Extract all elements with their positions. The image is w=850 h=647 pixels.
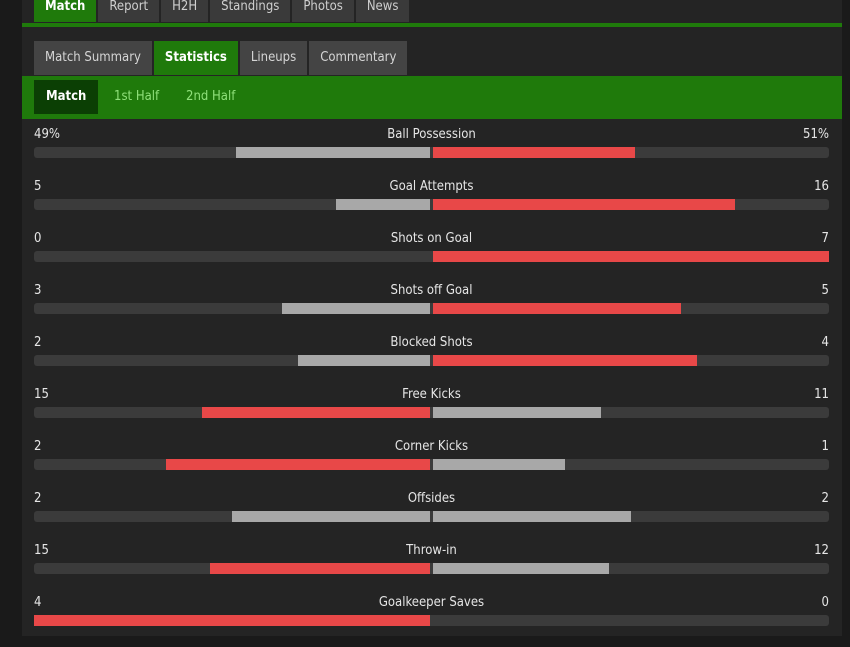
away-bar-fill <box>433 355 697 366</box>
stat-bar <box>34 563 829 574</box>
away-value: 51% <box>803 127 829 142</box>
stat-row: 2 Blocked Shots 4 <box>34 335 829 387</box>
stat-name: Blocked Shots <box>390 335 473 350</box>
subtab-lineups[interactable]: Lineups <box>239 41 308 75</box>
stat-bar <box>34 251 829 262</box>
away-bar-fill <box>433 563 609 574</box>
divider <box>22 23 842 27</box>
home-bar-fill <box>210 563 430 574</box>
home-bar-fill <box>235 147 430 158</box>
stat-row: 4 Goalkeeper Saves 0 <box>34 595 829 647</box>
home-bar-fill <box>232 511 430 522</box>
stat-name: Ball Possession <box>387 127 476 142</box>
away-value: 0 <box>821 595 829 610</box>
stat-name: Free Kicks <box>402 387 461 402</box>
stat-row: 5 Goal Attempts 16 <box>34 179 829 231</box>
away-bar-fill <box>433 251 829 262</box>
away-value: 5 <box>821 283 829 298</box>
home-bar-fill <box>281 303 430 314</box>
away-value: 2 <box>821 491 829 506</box>
stat-row: 15 Free Kicks 11 <box>34 387 829 439</box>
tab-standings[interactable]: Standings <box>210 0 291 22</box>
away-bar-fill <box>433 511 631 522</box>
period-2nd-half[interactable]: 2nd Half <box>174 80 247 114</box>
sub-tabs: Match Summary Statistics Lineups Commentary <box>34 41 408 75</box>
away-value: 1 <box>821 439 829 454</box>
stat-name: Throw-in <box>406 543 457 558</box>
tab-match[interactable]: Match <box>34 0 97 22</box>
period-match[interactable]: Match <box>34 80 99 114</box>
match-panel: Match Report H2H Standings Photos News Match … <box>22 0 842 636</box>
stat-bar <box>34 511 829 522</box>
stat-bar <box>34 303 829 314</box>
stat-name: Goalkeeper Saves <box>378 595 485 610</box>
home-bar-fill <box>201 407 430 418</box>
stat-name: Shots on Goal <box>390 231 473 246</box>
period-1st-half[interactable]: 1st Half <box>102 80 171 114</box>
subtab-commentary[interactable]: Commentary <box>309 41 408 75</box>
stat-name: Corner Kicks <box>394 439 469 454</box>
stat-bar <box>34 147 829 158</box>
stat-bar <box>34 407 829 418</box>
stat-row: 49% Ball Possession 51% <box>34 127 829 179</box>
tab-h2h[interactable]: H2H <box>161 0 209 22</box>
stat-bar <box>34 355 829 366</box>
stat-name: Offsides <box>407 491 456 506</box>
away-bar-fill <box>433 199 735 210</box>
home-bar-fill <box>166 459 430 470</box>
stat-bar <box>34 199 829 210</box>
away-value: 4 <box>821 335 829 350</box>
away-value: 12 <box>814 543 829 558</box>
away-value: 7 <box>821 231 829 246</box>
home-bar-fill <box>34 615 430 626</box>
away-bar-fill <box>433 147 635 158</box>
away-bar-fill <box>433 459 565 470</box>
stat-name: Goal Attempts <box>389 179 474 194</box>
home-bar-fill <box>335 199 430 210</box>
away-value: 16 <box>814 179 829 194</box>
stat-bar <box>34 459 829 470</box>
top-tabs: Match Report H2H Standings Photos News <box>34 0 410 22</box>
subtab-statistics[interactable]: Statistics <box>153 41 238 75</box>
away-value: 11 <box>814 387 829 402</box>
period-selector: Match 1st Half 2nd Half <box>22 76 842 119</box>
stat-row: 3 Shots off Goal 5 <box>34 283 829 335</box>
tab-news[interactable]: News <box>355 0 410 22</box>
stat-row: 2 Offsides 2 <box>34 491 829 543</box>
away-bar-fill <box>433 407 601 418</box>
stat-row: 15 Throw-in 12 <box>34 543 829 595</box>
tab-photos[interactable]: Photos <box>292 0 354 22</box>
stat-row: 2 Corner Kicks 1 <box>34 439 829 491</box>
home-bar-fill <box>298 355 430 366</box>
away-bar-fill <box>433 303 681 314</box>
stat-name: Shots off Goal <box>390 283 473 298</box>
tab-report[interactable]: Report <box>98 0 160 22</box>
stat-bar <box>34 615 829 626</box>
subtab-match-summary[interactable]: Match Summary <box>34 41 152 75</box>
stat-row: 0 Shots on Goal 7 <box>34 231 829 283</box>
